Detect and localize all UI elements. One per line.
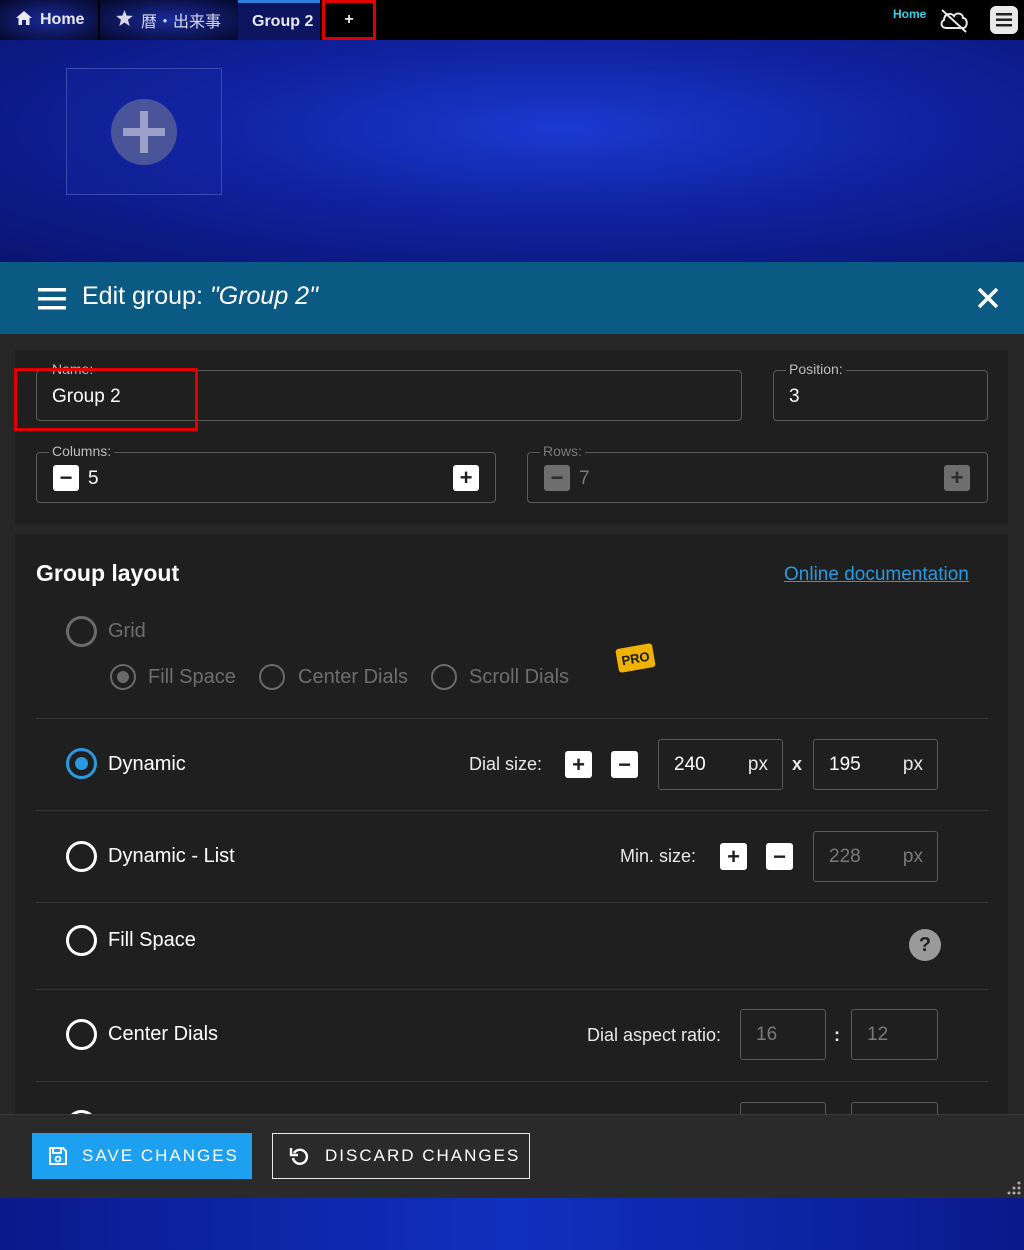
tab-calendar-label: 暦・出来事: [141, 14, 222, 31]
save-changes-label: SAVE CHANGES: [82, 1146, 239, 1165]
min-size-label: Min. size:: [620, 846, 697, 866]
add-tab-label: +: [344, 11, 354, 28]
aspect-separator: :: [834, 1025, 840, 1045]
cloud-off-icon[interactable]: [938, 6, 970, 34]
close-icon[interactable]: [976, 286, 1000, 310]
dial-size-label: Dial size:: [469, 754, 543, 774]
edit-panel-body: Name: Group 2 Position: 3 Columns: − 5 +…: [0, 334, 1024, 1114]
layout-option-center-dials: Center Dials Dial aspect ratio: 16 : 12: [36, 990, 988, 1082]
plus-circle-icon: [111, 99, 177, 165]
dial-width-input[interactable]: 240 px: [658, 739, 783, 790]
dynamic-list-radio[interactable]: [66, 841, 97, 872]
online-documentation-link[interactable]: Online documentation: [784, 564, 969, 586]
tab-bar: Home 暦・出来事 Group 2 + Home: [0, 0, 1024, 40]
grid-fill-space-radio: [110, 664, 136, 690]
aspect-width-input[interactable]: 16: [740, 1009, 826, 1060]
dynamic-radio[interactable]: [66, 748, 97, 779]
fill-space-label: Fill Space: [108, 929, 196, 951]
grid-radio: [66, 616, 97, 647]
grid-scroll-dials-radio: [431, 664, 457, 690]
columns-value: 5: [88, 468, 99, 489]
edit-group-title: Edit group: "Group 2": [82, 282, 318, 311]
position-label: Position:: [786, 361, 846, 377]
tab-group-2[interactable]: Group 2: [238, 0, 320, 40]
fill-space-radio[interactable]: [66, 925, 97, 956]
grid-scroll-dials-label: Scroll Dials: [469, 666, 570, 688]
columns-stepper[interactable]: Columns: − 5 +: [36, 443, 496, 503]
layout-option-partial: [36, 1082, 988, 1114]
group-layout-card: Group layout Online documentation Grid F…: [15, 534, 1008, 1114]
min-size-decrease-button[interactable]: −: [766, 843, 793, 870]
dial-size-increase-button[interactable]: +: [565, 751, 592, 778]
resize-grip-icon[interactable]: [1004, 1178, 1022, 1196]
main-menu-button[interactable]: [990, 6, 1018, 34]
min-size-input[interactable]: 228 px: [813, 831, 938, 882]
layout-option-fill-space: Fill Space ?: [36, 903, 988, 990]
center-dials-radio[interactable]: [66, 1019, 97, 1050]
rows-decrement-button: −: [544, 465, 570, 491]
add-dial-tile[interactable]: [66, 68, 222, 195]
partial-input-1[interactable]: [740, 1102, 826, 1114]
dial-width-unit: px: [747, 754, 768, 775]
dynamic-list-label: Dynamic - List: [108, 845, 235, 867]
center-dials-label: Center Dials: [108, 1023, 219, 1045]
dial-size-decrease-button[interactable]: −: [611, 751, 638, 778]
home-link[interactable]: Home: [893, 7, 926, 21]
min-size-increase-button[interactable]: +: [720, 843, 747, 870]
dynamic-label: Dynamic: [108, 753, 186, 775]
aspect-height-input[interactable]: 12: [851, 1009, 938, 1060]
rows-value: 7: [579, 468, 590, 489]
grid-center-dials-label: Center Dials: [298, 666, 409, 688]
position-value: 3: [789, 386, 800, 407]
footer-actions: SAVE CHANGES DISCARD CHANGES: [0, 1114, 1024, 1198]
partial-input-2[interactable]: [851, 1102, 938, 1114]
undo-icon: [289, 1148, 309, 1165]
star-icon: [116, 10, 133, 30]
dial-height-input[interactable]: 195 px: [813, 739, 938, 790]
discard-changes-label: DISCARD CHANGES: [325, 1146, 521, 1165]
tab-calendar-events[interactable]: 暦・出来事: [100, 0, 238, 40]
aspect-width-value: 16: [756, 1024, 778, 1045]
tab-home-label: Home: [40, 11, 85, 28]
min-size-unit: px: [902, 846, 923, 867]
menu-icon: [996, 13, 1012, 27]
tab-home[interactable]: Home: [0, 0, 98, 40]
rows-stepper: Rows: − 7 +: [527, 443, 988, 503]
add-tab-button[interactable]: +: [322, 0, 376, 40]
discard-changes-button[interactable]: DISCARD CHANGES: [272, 1133, 530, 1179]
grid-center-dials-radio: [259, 664, 285, 690]
help-icon[interactable]: ?: [909, 929, 941, 961]
aspect-height-value: 12: [867, 1024, 889, 1045]
group-properties-card: Name: Group 2 Position: 3 Columns: − 5 +…: [14, 350, 1008, 524]
dial-aspect-ratio-label: Dial aspect ratio:: [587, 1025, 722, 1045]
rows-label: Rows:: [540, 443, 585, 459]
home-icon: [16, 11, 32, 29]
hamburger-menu-icon[interactable]: [38, 287, 66, 311]
dimension-separator: x: [792, 754, 803, 774]
columns-label: Columns:: [49, 443, 115, 459]
min-size-value: 228: [829, 846, 861, 867]
layout-option-grid: Grid Fill Space Center Dials Scroll Dial…: [36, 598, 988, 719]
dial-height-value: 195: [829, 754, 861, 775]
dial-height-unit: px: [902, 754, 923, 775]
dial-workspace: [0, 40, 1024, 262]
group-layout-title: Group layout: [36, 560, 180, 586]
tab-group-2-label: Group 2: [252, 12, 314, 30]
columns-increment-button[interactable]: +: [453, 465, 479, 491]
edit-title-prefix: Edit group:: [82, 282, 203, 310]
highlight-box: [14, 368, 198, 431]
edit-group-header: Edit group: "Group 2": [0, 262, 1024, 334]
grid-label: Grid: [108, 620, 146, 642]
layout-option-dynamic-list: Dynamic - List Min. size: + − 228 px: [36, 811, 988, 903]
grid-fill-space-label: Fill Space: [148, 666, 236, 688]
rows-increment-button: +: [944, 465, 970, 491]
edit-title-group-name: "Group 2": [209, 282, 318, 310]
background-band: [0, 1198, 1024, 1250]
dial-width-value: 240: [674, 754, 706, 775]
save-changes-button[interactable]: SAVE CHANGES: [32, 1133, 252, 1179]
position-field[interactable]: Position: 3: [773, 361, 988, 421]
save-icon: [49, 1147, 67, 1165]
layout-option-dynamic: Dynamic Dial size: + − 240 px x 195 px: [36, 719, 988, 811]
columns-decrement-button[interactable]: −: [53, 465, 79, 491]
